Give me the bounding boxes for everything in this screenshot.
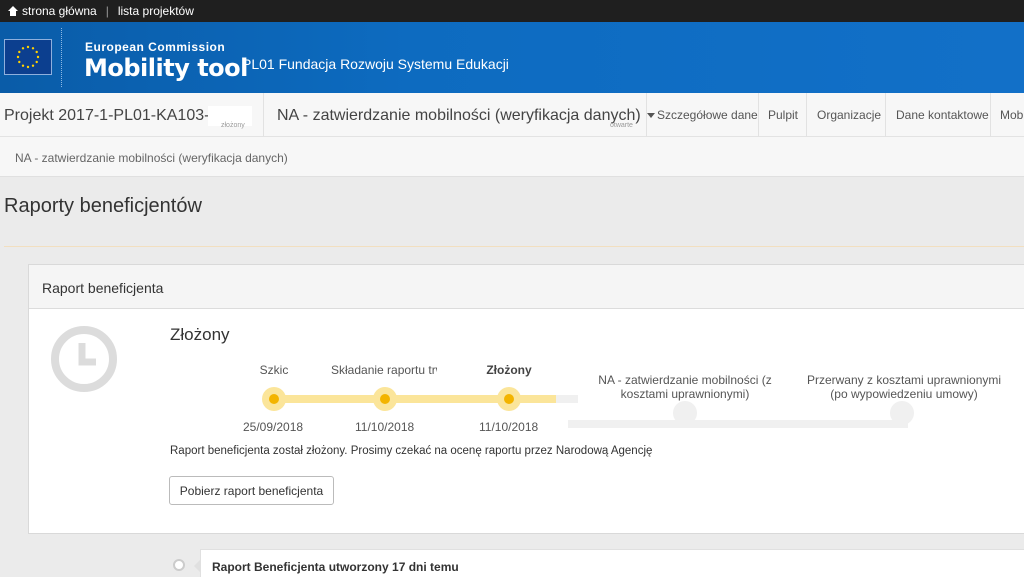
project-title[interactable]: Projekt 2017-1-PL01-KA103-0	[4, 107, 218, 125]
history-entry: Raport Beneficjenta utworzony 17 dni tem…	[194, 549, 1024, 577]
institution-name: European Commission	[85, 40, 226, 54]
download-report-button[interactable]: Pobierz raport beneficjenta	[169, 476, 334, 505]
step-dot-submitting	[373, 387, 397, 411]
panel-header: Raport beneficjenta	[29, 265, 1024, 309]
organization-name: PL01 Fundacja Rozwoju Systemu Edukacji	[242, 56, 509, 72]
timeline-dot	[173, 559, 185, 571]
project-status: złożony	[221, 122, 245, 129]
home-link[interactable]: strona główna	[8, 4, 97, 18]
step-dot-submitted	[497, 387, 521, 411]
step-label-approval: NA - zatwierdzanie mobilności (z kosztam…	[598, 373, 772, 401]
step-date-draft: 25/09/2018	[243, 420, 304, 434]
clock-icon	[51, 326, 117, 392]
nav-link-organizations[interactable]: Organizacje	[817, 108, 881, 122]
home-link-label: strona główna	[22, 4, 97, 18]
nav-separator	[990, 93, 991, 137]
phase-dropdown-label: NA - zatwierdzanie mobilności (weryfikac…	[277, 107, 641, 124]
step-label-submitted: Złożony	[486, 363, 532, 377]
nav-link-contacts[interactable]: Dane kontaktowe	[896, 108, 989, 122]
report-status: Złożony	[170, 325, 230, 344]
top-bar: strona główna | lista projektów	[0, 0, 1024, 22]
step-label-submitting: Składanie raportu trwa	[331, 363, 437, 377]
step-dot-terminated	[890, 401, 914, 425]
report-panel: Raport beneficjenta Złożony Szkic Składa…	[28, 264, 1024, 534]
caret-down-icon	[646, 113, 655, 119]
step-date-submitting: 11/10/2018	[355, 420, 415, 434]
nav-separator	[885, 93, 886, 137]
step-label-terminated: Przerwany z kosztami uprawnionymi (po wy…	[806, 373, 1002, 401]
phase-status: otwarte	[610, 122, 633, 129]
nav-separator	[263, 93, 264, 137]
nav-link-dashboard[interactable]: Pulpit	[768, 108, 798, 122]
nav-link-details[interactable]: Szczegółowe dane	[657, 108, 758, 122]
title-divider	[4, 246, 1024, 247]
home-icon	[8, 6, 18, 16]
nav-separator	[806, 93, 807, 137]
step-label-draft: Szkic	[259, 363, 289, 377]
status-message: Raport beneficjenta został złożony. Pros…	[170, 445, 653, 457]
phase-dropdown[interactable]: NA - zatwierdzanie mobilności (weryfikac…	[277, 107, 655, 125]
projects-list-link[interactable]: lista projektów	[118, 4, 194, 18]
eu-flag-logo	[4, 39, 52, 75]
panel-heading: Raport beneficjenta	[42, 280, 164, 296]
step-dot-draft	[262, 387, 286, 411]
step-date-submitted: 11/10/2018	[479, 420, 539, 434]
app-header: European Commission Mobility tool PL01 F…	[0, 22, 1024, 93]
history-entry-text: Raport Beneficjenta utworzony 17 dni tem…	[212, 560, 459, 574]
breadcrumb[interactable]: NA - zatwierdzanie mobilności (weryfikac…	[15, 151, 288, 165]
nav-separator	[646, 93, 647, 137]
topbar-separator: |	[105, 4, 109, 18]
project-nav: Projekt 2017-1-PL01-KA103-0 złożony NA -…	[0, 93, 1024, 137]
header-divider	[61, 28, 62, 87]
progress-track-pending	[568, 420, 908, 428]
breadcrumb-bar: NA - zatwierdzanie mobilności (weryfikac…	[0, 137, 1024, 177]
page-title: Raporty beneficjentów	[4, 195, 202, 217]
app-name[interactable]: Mobility tool	[84, 54, 248, 82]
nav-separator	[758, 93, 759, 137]
step-dot-approval	[673, 401, 697, 425]
nav-link-mobilities[interactable]: Mobi	[1000, 108, 1024, 122]
